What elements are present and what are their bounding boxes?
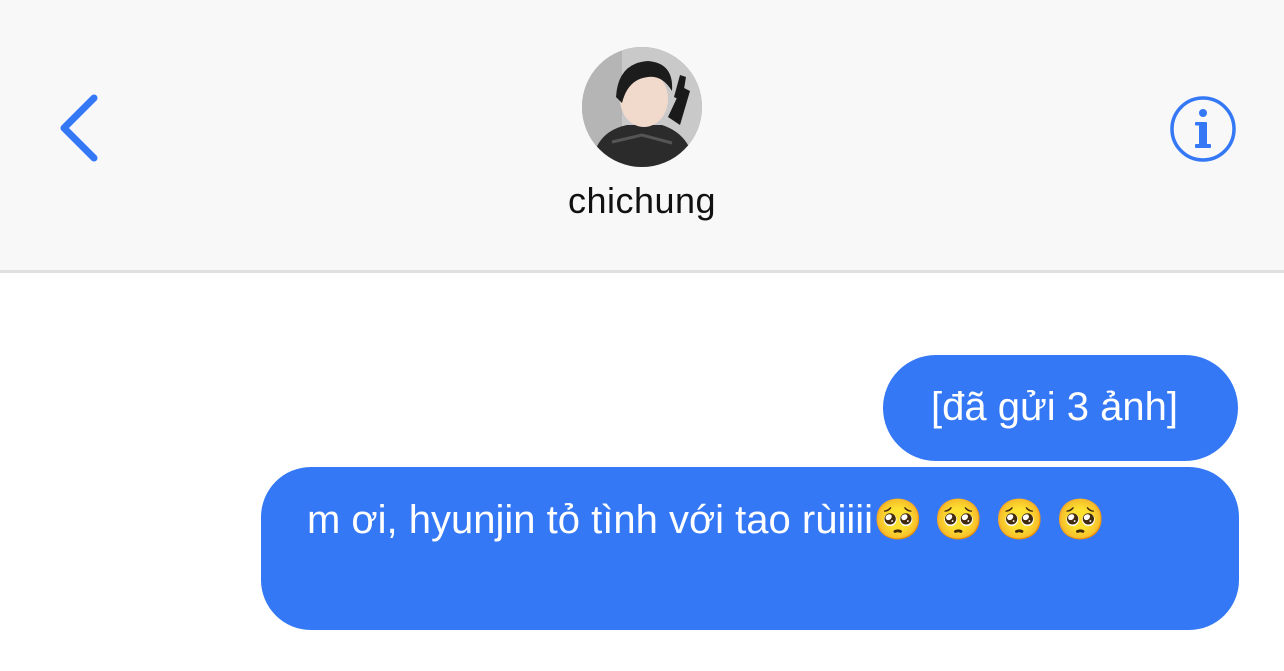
back-button[interactable] (52, 90, 112, 166)
contact-avatar[interactable] (582, 47, 702, 167)
message-thread[interactable]: [đã gửi 3 ảnh] m ơi, hyunjin tỏ tình với… (0, 273, 1284, 671)
avatar-photo (582, 47, 702, 167)
chevron-left-icon (60, 94, 98, 162)
contact-name[interactable]: chichung (442, 180, 842, 222)
chat-header: chichung (0, 0, 1284, 273)
message-bubble[interactable]: m ơi, hyunjin tỏ tình với tao rùiiii🥺 🥺 … (261, 467, 1239, 630)
chat-screen: chichung [đã gửi 3 ảnh] m ơi, hyunjin tỏ… (0, 0, 1284, 671)
message-text: [đã gửi 3 ảnh] (931, 385, 1178, 429)
info-button[interactable] (1168, 94, 1238, 164)
message-bubble[interactable]: [đã gửi 3 ảnh] (883, 355, 1238, 461)
message-text: m ơi, hyunjin tỏ tình với tao rùiiii🥺 🥺 … (307, 498, 1106, 542)
info-circle-icon (1170, 96, 1236, 162)
